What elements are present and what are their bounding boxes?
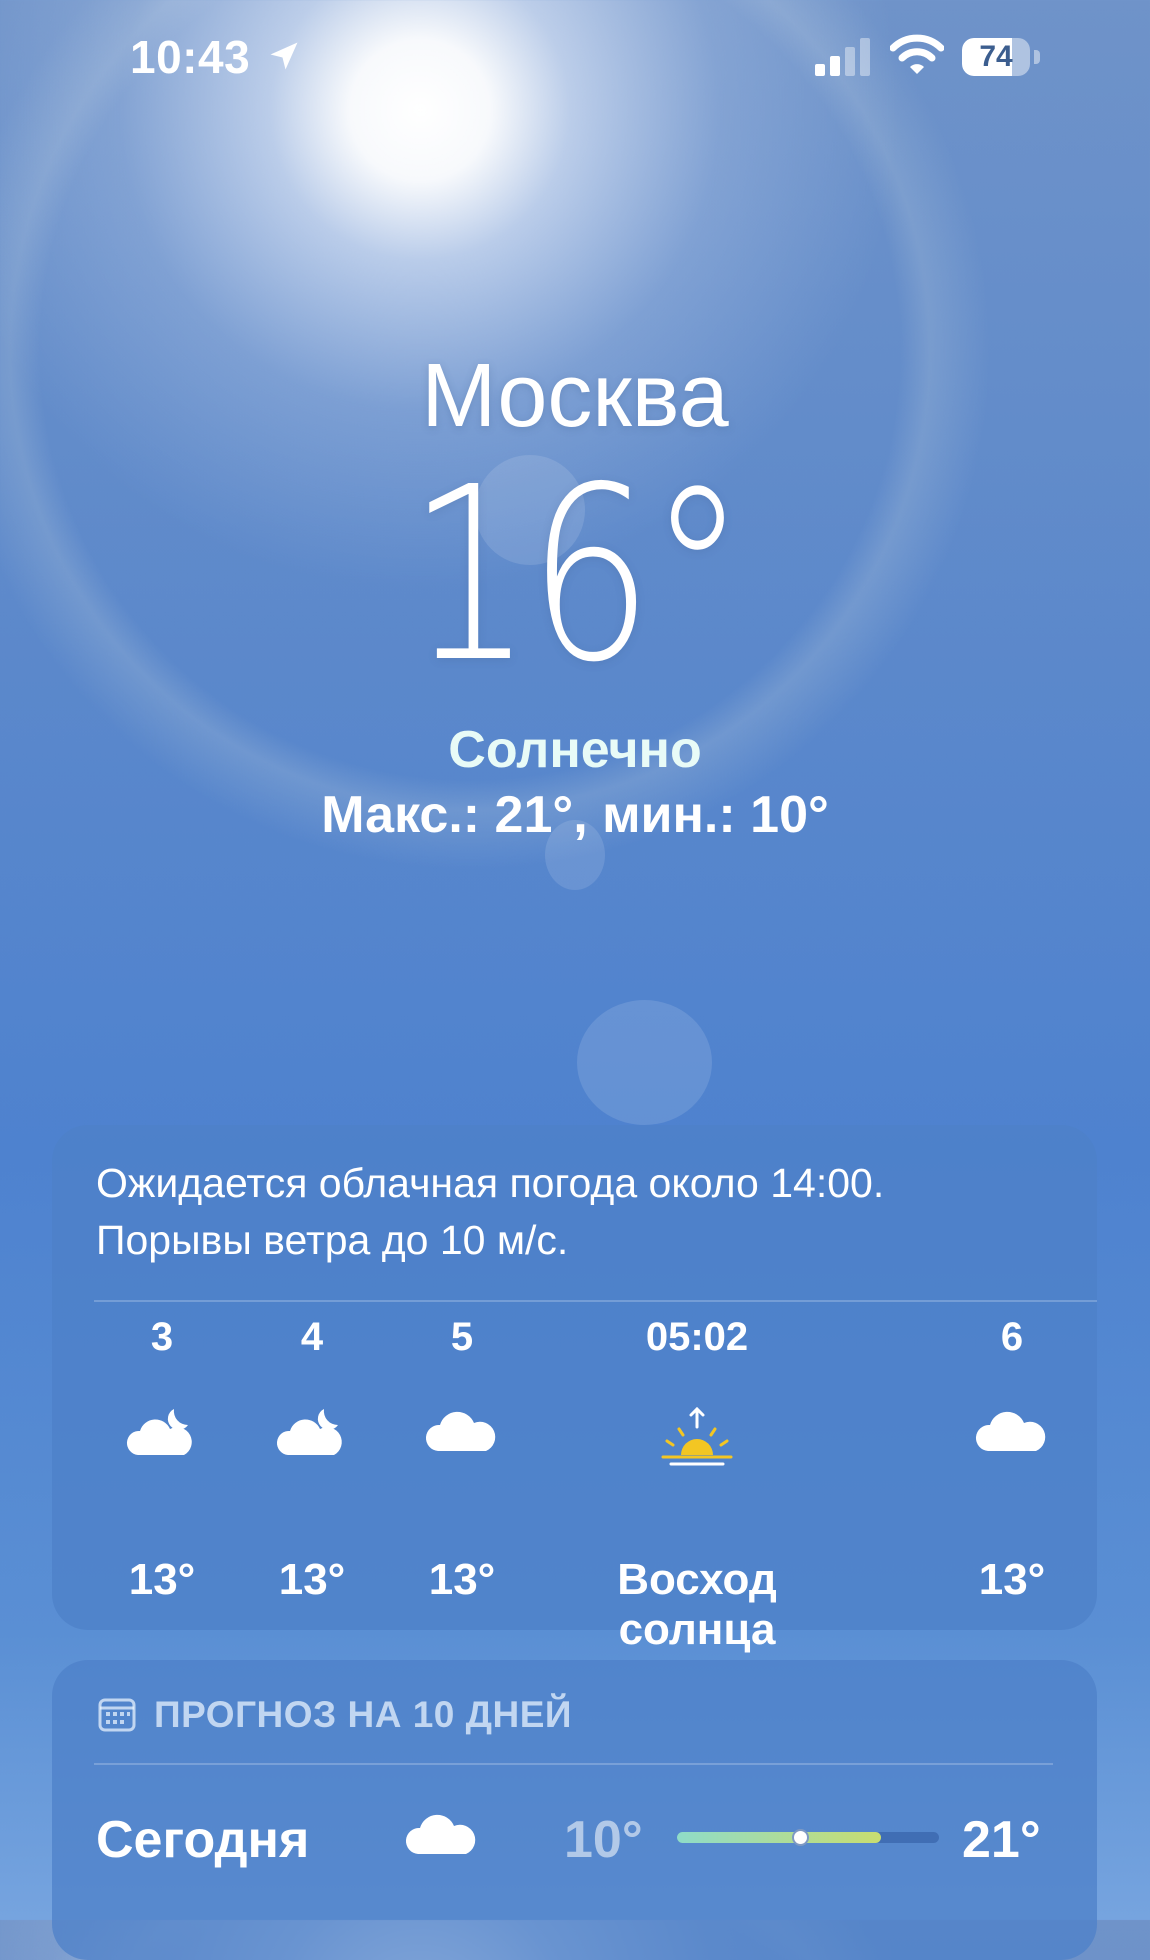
ten-day-forecast-card[interactable]: ПРОГНОЗ НА 10 ДНЕЙ Сегодня 10° 21° — [52, 1660, 1097, 1960]
cloud-icon — [974, 1405, 1050, 1462]
high-low-text: Макс.: 21°, мин.: 10° — [321, 786, 829, 844]
partly-cloudy-night-icon — [272, 1405, 352, 1470]
day-max-temp: 21° — [962, 1811, 1041, 1869]
temperature-range-bar — [677, 1829, 939, 1846]
day-label: Сегодня — [96, 1811, 310, 1869]
status-time: 10:43 — [130, 31, 251, 83]
hourly-forecast-card[interactable]: Ожидается облачная погода около 14:00. П… — [52, 1125, 1097, 1654]
battery-icon: 74 — [962, 38, 1042, 78]
lens-flare — [577, 1000, 712, 1125]
cloud-icon — [424, 1405, 500, 1462]
cellular-signal-icon — [815, 38, 870, 76]
current-temperature-marker — [792, 1829, 810, 1846]
divider — [94, 1300, 1097, 1302]
city-name: Москва — [421, 346, 729, 446]
wifi-icon — [890, 34, 944, 74]
divider — [94, 1763, 1053, 1765]
location-arrow-icon — [270, 42, 298, 70]
sunrise-icon — [657, 1405, 737, 1474]
partly-cloudy-night-icon — [122, 1405, 202, 1470]
current-temperature: 16° — [407, 435, 747, 715]
condition-text: Солнечно — [448, 721, 702, 779]
temperature-range-fill — [677, 1832, 882, 1843]
battery-percent: 74 — [979, 40, 1013, 73]
hourly-summary: Ожидается облачная погода около 14:00. П… — [96, 1160, 885, 1263]
forecast-title: ПРОГНОЗ НА 10 ДНЕЙ — [154, 1694, 573, 1735]
calendar-icon — [98, 1698, 136, 1732]
cloud-icon — [404, 1808, 480, 1865]
day-min-temp: 10° — [564, 1811, 643, 1869]
status-bar: 10:43 74 — [0, 0, 1150, 110]
